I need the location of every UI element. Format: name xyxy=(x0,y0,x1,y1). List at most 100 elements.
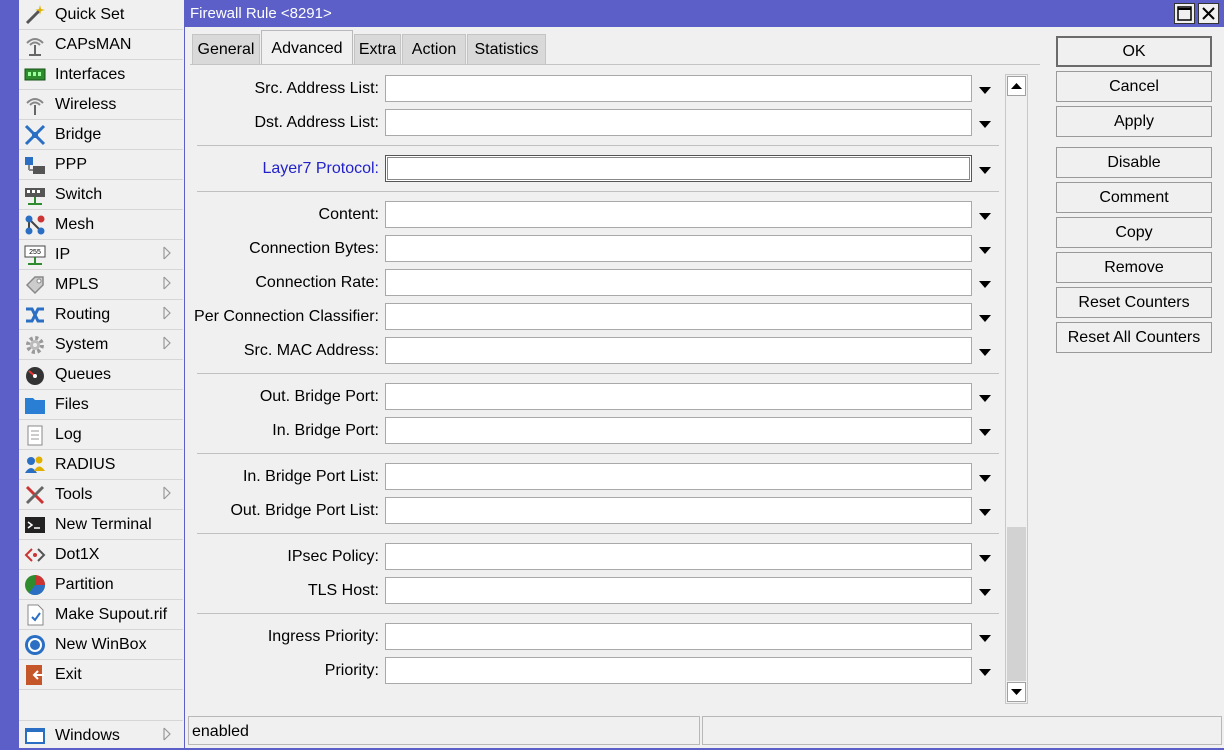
out-bridge-port-field[interactable] xyxy=(385,383,972,410)
per-connection-classifier-label: Per Connection Classifier: xyxy=(194,308,379,325)
menu-item-files[interactable]: Files xyxy=(19,390,183,420)
tab-extra[interactable]: Extra xyxy=(354,34,401,64)
layer7-protocol-field[interactable] xyxy=(385,155,972,182)
dropdown-arrow-icon[interactable] xyxy=(977,585,993,596)
scroll-up-button[interactable] xyxy=(1007,76,1026,96)
dropdown-arrow-icon[interactable] xyxy=(977,163,993,174)
dropdown-arrow-icon[interactable] xyxy=(977,471,993,482)
menu-label: Queues xyxy=(55,366,112,383)
apply-button[interactable]: Apply xyxy=(1056,106,1212,137)
mesh-icon xyxy=(24,214,46,236)
menu-item-dot1x[interactable]: Dot1X xyxy=(19,540,183,570)
separator xyxy=(197,145,999,146)
dropdown-arrow-icon[interactable] xyxy=(977,345,993,356)
menu-item-tools[interactable]: Tools xyxy=(19,480,183,510)
submenu-arrow-icon xyxy=(162,726,172,742)
menu-item-make-supout[interactable]: Make Supout.rif xyxy=(19,600,183,630)
dropdown-arrow-icon[interactable] xyxy=(977,391,993,402)
menu-item-partition[interactable]: Partition xyxy=(19,570,183,600)
menu-label: Switch xyxy=(55,186,103,203)
menu-item-routing[interactable]: Routing xyxy=(19,300,183,330)
menu-item-windows[interactable]: Windows xyxy=(19,720,183,750)
connection-rate-field[interactable] xyxy=(385,269,972,296)
menu-item-queues[interactable]: Queues xyxy=(19,360,183,390)
menu-item-ppp[interactable]: PPP xyxy=(19,150,183,180)
menu-item-radius[interactable]: RADIUS xyxy=(19,450,183,480)
remove-button[interactable]: Remove xyxy=(1056,252,1212,283)
src-mac-address-field[interactable] xyxy=(385,337,972,364)
menu-label: Tools xyxy=(55,486,93,503)
menu-item-quick-set[interactable]: Quick Set xyxy=(19,0,183,30)
dropdown-arrow-icon[interactable] xyxy=(977,311,993,322)
menu-label: System xyxy=(55,336,109,353)
per-connection-classifier-field[interactable] xyxy=(385,303,972,330)
disable-button[interactable]: Disable xyxy=(1056,147,1212,178)
menu-item-new-winbox[interactable]: New WinBox xyxy=(19,630,183,660)
layer7-protocol-label[interactable]: Layer7 Protocol: xyxy=(262,160,379,178)
menu-item-mpls[interactable]: MPLS xyxy=(19,270,183,300)
dropdown-arrow-icon[interactable] xyxy=(977,117,993,128)
tab-statistics[interactable]: Statistics xyxy=(467,34,546,64)
dropdown-arrow-icon[interactable] xyxy=(977,425,993,436)
menu-item-interfaces[interactable]: Interfaces xyxy=(19,60,183,90)
ok-button[interactable]: OK xyxy=(1056,36,1212,67)
menu-item-log[interactable]: Log xyxy=(19,420,183,450)
comment-button[interactable]: Comment xyxy=(1056,182,1212,213)
reset-counters-button[interactable]: Reset Counters xyxy=(1056,287,1212,318)
left-stripe xyxy=(0,0,19,748)
cancel-button[interactable]: Cancel xyxy=(1056,71,1212,102)
status-panel xyxy=(702,716,1222,745)
menu-label: Mesh xyxy=(55,216,95,233)
dropdown-arrow-icon[interactable] xyxy=(977,631,993,642)
tab-action[interactable]: Action xyxy=(402,34,466,64)
maximize-button[interactable] xyxy=(1174,3,1195,24)
menu-item-ip[interactable]: 255 IP xyxy=(19,240,183,270)
dropdown-arrow-icon[interactable] xyxy=(977,505,993,516)
menu-item-mesh[interactable]: Mesh xyxy=(19,210,183,240)
vertical-scrollbar[interactable] xyxy=(1005,74,1028,704)
mpls-icon xyxy=(24,274,46,296)
routing-icon xyxy=(24,304,46,326)
out-bridge-port-list-field[interactable] xyxy=(385,497,972,524)
ipsec-policy-field[interactable] xyxy=(385,543,972,570)
exit-icon xyxy=(24,664,46,686)
menu-item-bridge[interactable]: Bridge xyxy=(19,120,183,150)
menu-item-exit[interactable]: Exit xyxy=(19,660,183,690)
menu-item-system[interactable]: System xyxy=(19,330,183,360)
tab-general[interactable]: General xyxy=(192,34,260,64)
connection-rate-label: Connection Rate: xyxy=(255,274,379,291)
tab-advanced[interactable]: Advanced xyxy=(261,30,353,65)
close-button[interactable] xyxy=(1198,3,1219,24)
content-field[interactable] xyxy=(385,201,972,228)
dropdown-arrow-icon[interactable] xyxy=(977,209,993,220)
copy-button[interactable]: Copy xyxy=(1056,217,1212,248)
ingress-priority-field[interactable] xyxy=(385,623,972,650)
ip-icon: 255 xyxy=(24,244,46,266)
in-bridge-port-field[interactable] xyxy=(385,417,972,444)
connection-bytes-field[interactable] xyxy=(385,235,972,262)
menu-item-new-terminal[interactable]: New Terminal xyxy=(19,510,183,540)
gear-icon xyxy=(24,334,46,356)
scroll-thumb[interactable] xyxy=(1007,527,1026,681)
wireless-icon xyxy=(24,94,46,116)
menu-label: Exit xyxy=(55,666,82,683)
title-bar[interactable]: Firewall Rule <8291> xyxy=(185,0,1224,27)
tab-label: Extra xyxy=(358,41,397,58)
dropdown-arrow-icon[interactable] xyxy=(977,83,993,94)
dropdown-arrow-icon[interactable] xyxy=(977,665,993,676)
priority-field[interactable] xyxy=(385,657,972,684)
src-address-list-field[interactable] xyxy=(385,75,972,102)
dropdown-arrow-icon[interactable] xyxy=(977,243,993,254)
scroll-down-button[interactable] xyxy=(1007,682,1026,702)
dst-address-list-field[interactable] xyxy=(385,109,972,136)
in-bridge-port-list-field[interactable] xyxy=(385,463,972,490)
menu-item-wireless[interactable]: Wireless xyxy=(19,90,183,120)
menu-item-capsman[interactable]: CAPsMAN xyxy=(19,30,183,60)
dropdown-arrow-icon[interactable] xyxy=(977,551,993,562)
dropdown-arrow-icon[interactable] xyxy=(977,277,993,288)
reset-all-counters-button[interactable]: Reset All Counters xyxy=(1056,322,1212,353)
menu-item-switch[interactable]: Switch xyxy=(19,180,183,210)
out-bridge-port-list-label: Out. Bridge Port List: xyxy=(230,502,379,519)
tls-host-field[interactable] xyxy=(385,577,972,604)
window-title: Firewall Rule <8291> xyxy=(190,5,332,22)
